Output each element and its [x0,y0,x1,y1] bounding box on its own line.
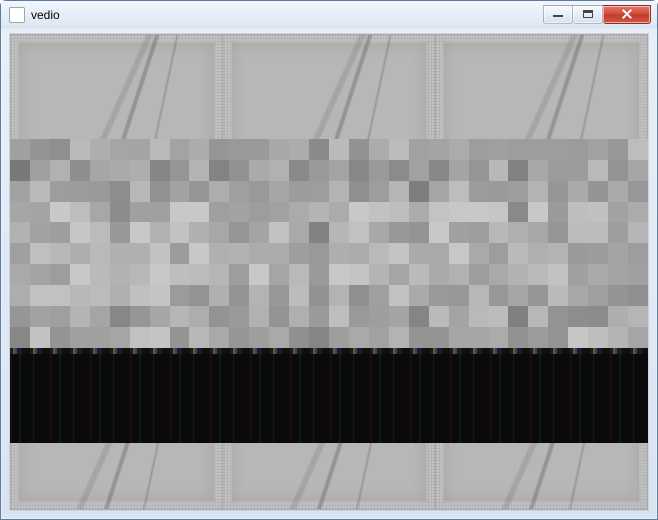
app-icon [9,7,25,23]
title-bar[interactable]: vedio [1,1,657,29]
maximize-button[interactable] [573,5,603,24]
window-title: vedio [31,8,543,22]
client-area [9,33,649,511]
pixelated-overlay [10,139,648,348]
window-controls [543,6,651,24]
close-icon [622,9,632,19]
minimize-icon [553,9,563,19]
glitch-overlay [10,348,648,443]
maximize-icon [583,10,593,18]
minimize-button[interactable] [543,5,573,24]
window-frame: vedio [0,0,658,520]
close-button[interactable] [603,5,651,24]
